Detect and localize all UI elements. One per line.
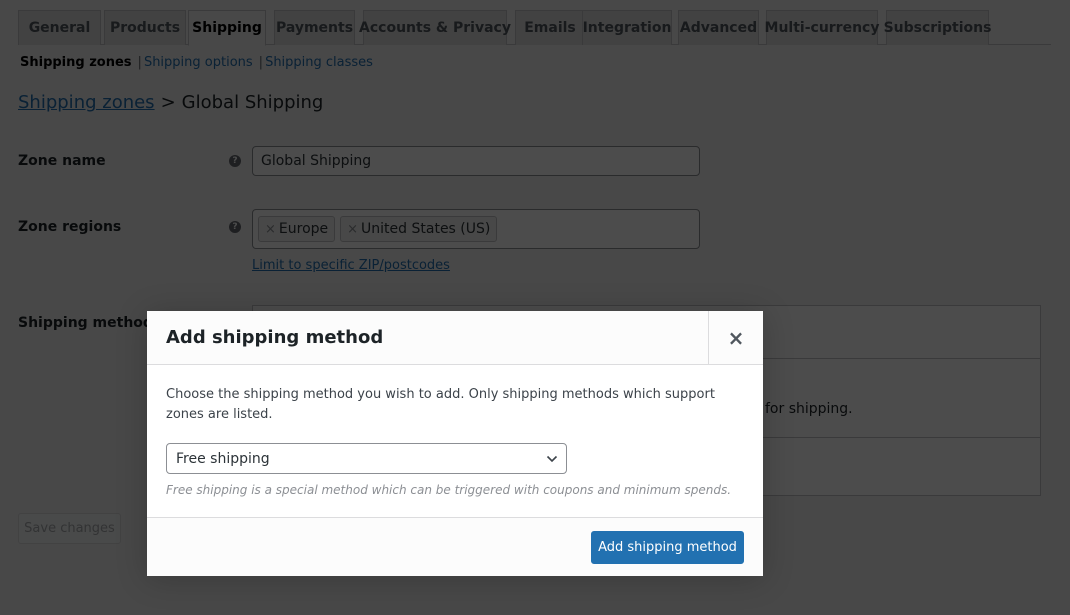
shipping-method-select[interactable]: Free shipping bbox=[166, 443, 567, 474]
chevron-down-icon bbox=[546, 455, 558, 463]
close-button[interactable]: × bbox=[708, 311, 763, 365]
add-shipping-method-button[interactable]: Add shipping method bbox=[591, 531, 744, 564]
close-icon: × bbox=[727, 326, 745, 350]
shipping-method-select-value: Free shipping bbox=[176, 450, 270, 467]
add-shipping-method-modal: Add shipping method × Choose the shippin… bbox=[147, 311, 763, 576]
modal-title: Add shipping method bbox=[166, 327, 384, 348]
settings-page: General Products Shipping Payments Accou… bbox=[0, 0, 1070, 615]
modal-header: Add shipping method × bbox=[147, 311, 763, 365]
modal-description: Choose the shipping method you wish to a… bbox=[166, 387, 715, 422]
modal-footer: Add shipping method bbox=[147, 517, 763, 576]
shipping-method-hint: Free shipping is a special method which … bbox=[166, 483, 732, 497]
